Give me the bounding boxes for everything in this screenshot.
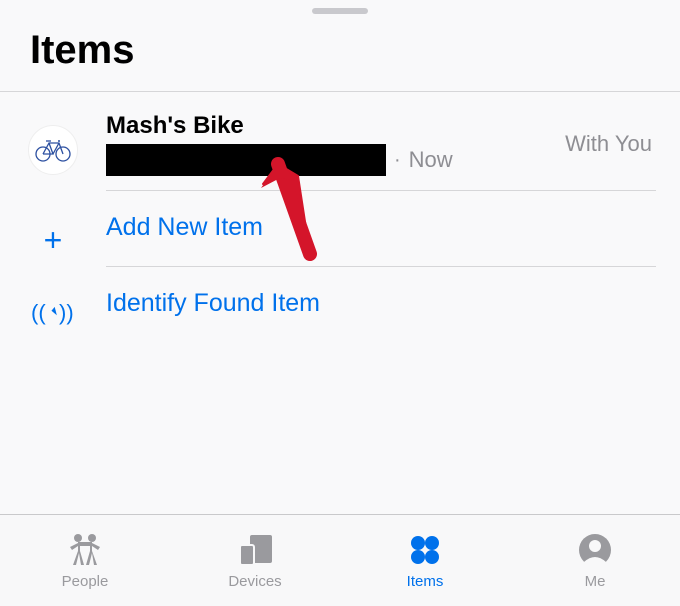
page-title: Items [0,14,680,91]
items-icon [408,531,442,569]
status-time: Now [409,147,453,173]
tab-me-label: Me [585,573,606,590]
people-icon [64,531,106,569]
add-new-item-button[interactable]: + Add New Item [0,191,680,267]
identify-found-item-label: Identify Found Item [106,289,656,318]
svg-text:)): )) [59,300,74,325]
tracked-item-row[interactable]: Mash's Bike · Now With You [0,92,680,191]
items-list: Mash's Bike · Now With You + Add New Ite… [0,91,680,342]
status-separator: · [394,149,401,172]
tab-items-label: Items [407,573,444,590]
devices-icon [236,531,274,569]
identify-found-item-button[interactable]: (( )) Identify Found Item [0,267,680,342]
add-new-item-label: Add New Item [106,213,656,242]
me-icon [578,531,612,569]
bicycle-icon [28,125,78,175]
tab-devices-label: Devices [228,573,281,590]
status-with-you: With You [565,131,652,157]
tab-devices[interactable]: Devices [170,515,340,606]
item-name: Mash's Bike [106,112,565,140]
identify-icon: (( )) [31,298,75,333]
tab-items[interactable]: Items [340,515,510,606]
tab-me[interactable]: Me [510,515,680,606]
tab-people[interactable]: People [0,515,170,606]
tab-people-label: People [62,573,109,590]
redacted-location [106,144,386,176]
tab-bar: People Devices Items [0,514,680,606]
plus-icon: + [44,224,63,256]
svg-text:((: (( [31,300,46,325]
